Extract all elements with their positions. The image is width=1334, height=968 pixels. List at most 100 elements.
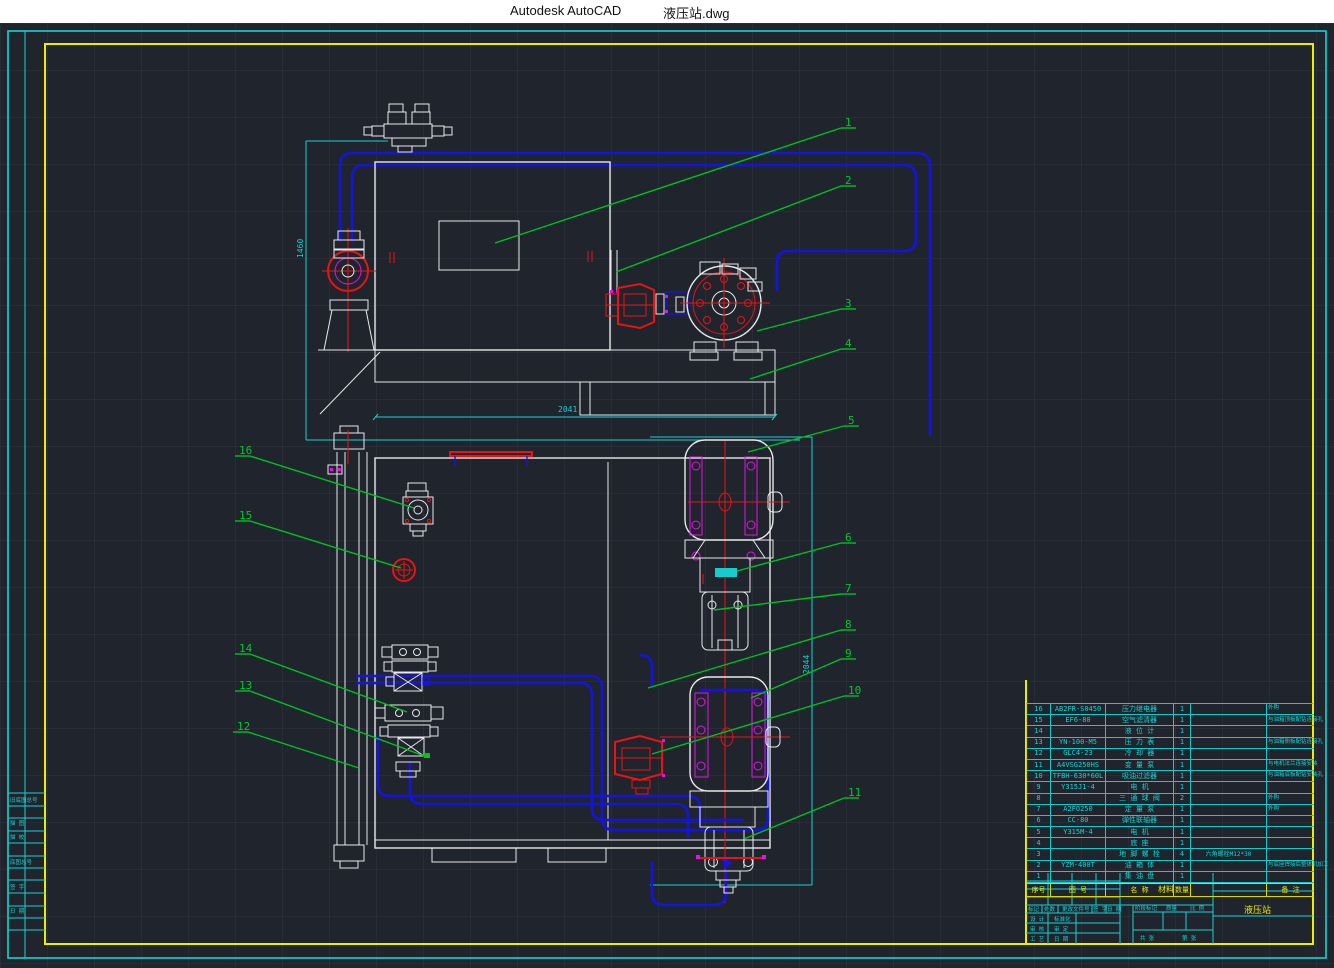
svg-text:共 张: 共 张 [1140, 934, 1155, 942]
parts-cell-no: 1 [1027, 872, 1051, 882]
leader-number[interactable]: 7 [845, 582, 852, 595]
parts-cell-name: 定 量 泵 [1106, 805, 1174, 815]
parts-cell-no: 10 [1027, 771, 1051, 781]
main-pump-front[interactable] [606, 284, 654, 328]
leader-number[interactable]: 1 [845, 116, 852, 129]
leader-line[interactable] [751, 659, 841, 698]
col-qty: 数量 [1174, 884, 1191, 896]
main-motor-front[interactable] [680, 258, 770, 360]
parts-row: 11A4VSG250HS变 量 泵1与电机法兰连接安装 [1027, 760, 1314, 771]
pipe-top-inner[interactable] [352, 165, 916, 291]
leader-number[interactable]: 16 [239, 444, 252, 457]
parts-cell-qty: 1 [1174, 805, 1191, 815]
parts-cell-code: CC-80 [1051, 816, 1106, 826]
svg-text:标准化: 标准化 [1054, 915, 1071, 923]
parts-cell-no: 6 [1027, 816, 1051, 826]
level-gauge[interactable] [393, 559, 415, 581]
parts-cell-qty: 1 [1174, 827, 1191, 837]
parts-cell-mat [1191, 816, 1267, 826]
parts-cell-no: 8 [1027, 794, 1051, 804]
leader-line[interactable] [714, 594, 841, 610]
parts-cell-no: 11 [1027, 760, 1051, 770]
parts-cell-qty: 1 [1174, 738, 1191, 748]
leader-number[interactable]: 14 [239, 642, 253, 655]
leader-line[interactable] [250, 691, 427, 757]
parts-cell-mat [1191, 704, 1267, 714]
leader-number[interactable]: 11 [848, 786, 861, 799]
leader-line[interactable] [757, 309, 841, 331]
svg-text:日 期: 日 期 [1054, 936, 1069, 943]
dim-top-width: 2041 [558, 405, 577, 414]
leader-line[interactable] [748, 426, 844, 452]
parts-cell-code: GLC4-23 [1051, 749, 1106, 759]
leader-number[interactable]: 8 [845, 618, 852, 631]
parts-cell-mat [1191, 827, 1267, 837]
svg-text:审 核: 审 核 [1030, 925, 1045, 933]
leader-number[interactable]: 10 [848, 684, 861, 697]
leader-number[interactable]: 6 [845, 531, 852, 544]
oil-tank-plan[interactable] [375, 458, 770, 848]
leader-number[interactable]: 4 [845, 337, 852, 350]
parts-row: 9Y315J1-4电 机1 [1027, 782, 1314, 793]
leader-number[interactable]: 15 [239, 509, 252, 522]
parts-cell-qty: 1 [1174, 838, 1191, 848]
leader-number[interactable]: 3 [845, 297, 852, 310]
tank-edge-fitting[interactable] [450, 452, 532, 456]
parts-cell-name: 三 通 球 阀 [1106, 794, 1174, 804]
parts-cell-mat [1191, 749, 1267, 759]
leader-number[interactable]: 12 [237, 720, 250, 733]
tank-cover-plate[interactable] [439, 221, 519, 270]
parts-cell-code [1051, 849, 1106, 859]
leader-number[interactable]: 2 [845, 174, 852, 187]
parts-cell-qty: 4 [1174, 849, 1191, 859]
parts-row: 12GLC4-23冷 却 器1 [1027, 749, 1314, 760]
parts-cell-name: 吸油过滤器 [1106, 771, 1174, 781]
parts-cell-no: 7 [1027, 805, 1051, 815]
parts-cell-mat [1191, 794, 1267, 804]
parts-cell-code: EF6-80 [1051, 715, 1106, 725]
parts-cell-code: A2FO250 [1051, 805, 1106, 815]
leader-line[interactable] [750, 349, 841, 379]
oil-tank-front[interactable] [375, 162, 610, 350]
drawing-canvas[interactable]: 旧底图总号描 图描 校底图总号签 字日 期 [0, 23, 1334, 968]
bottom-view[interactable] [328, 426, 812, 905]
top-view[interactable] [306, 104, 930, 440]
leader-line[interactable] [250, 456, 414, 508]
leader-line[interactable] [250, 521, 401, 568]
parts-cell-name: 地 脚 螺 栓 [1106, 849, 1174, 859]
parts-cell-name: 弹性联轴器 [1106, 816, 1174, 826]
parts-row: 2YZM-400T油 箱 体1与底座焊接后整体机加工 [1027, 861, 1314, 872]
parts-list-header: 序号 图 号 名 称 数量 备 注 [1026, 883, 1313, 897]
parts-cell-note [1267, 827, 1314, 837]
air-breather[interactable] [403, 483, 433, 536]
parts-cell-no: 16 [1027, 704, 1051, 714]
return-filter-unit[interactable] [318, 228, 380, 414]
parts-cell-no: 5 [1027, 827, 1051, 837]
base-frame[interactable] [375, 350, 775, 382]
leader-line[interactable] [495, 128, 841, 243]
parts-cell-mat [1191, 726, 1267, 736]
leader-line[interactable] [616, 186, 841, 272]
svg-text:第 张: 第 张 [1182, 934, 1197, 942]
coupling-plan[interactable] [715, 568, 737, 577]
leader-number[interactable]: 9 [845, 647, 852, 660]
leader-number[interactable]: 5 [848, 414, 855, 427]
parts-row: 4底 座1 [1027, 838, 1314, 849]
parts-cell-name: 变 量 泵 [1106, 760, 1174, 770]
parts-cell-no: 14 [1027, 726, 1051, 736]
motor-1-plan[interactable] [685, 440, 790, 650]
leader-line[interactable] [744, 798, 844, 839]
valve-manifold[interactable] [375, 645, 443, 777]
parts-cell-note [1267, 838, 1314, 848]
valve-assembly-top[interactable] [364, 104, 452, 152]
margin-row-label: 旧底图总号 [10, 796, 38, 804]
leader-line[interactable] [652, 696, 844, 754]
parts-cell-mat [1191, 872, 1267, 882]
aux-pump-red[interactable] [615, 736, 665, 794]
cooler-rail[interactable] [328, 426, 367, 868]
leader-number[interactable]: 13 [239, 679, 252, 692]
leader-line[interactable] [737, 543, 841, 571]
parts-cell-mat [1191, 838, 1267, 848]
parts-row: 8三 通 球 阀2外购 [1027, 794, 1314, 805]
leader-line[interactable] [248, 732, 359, 768]
